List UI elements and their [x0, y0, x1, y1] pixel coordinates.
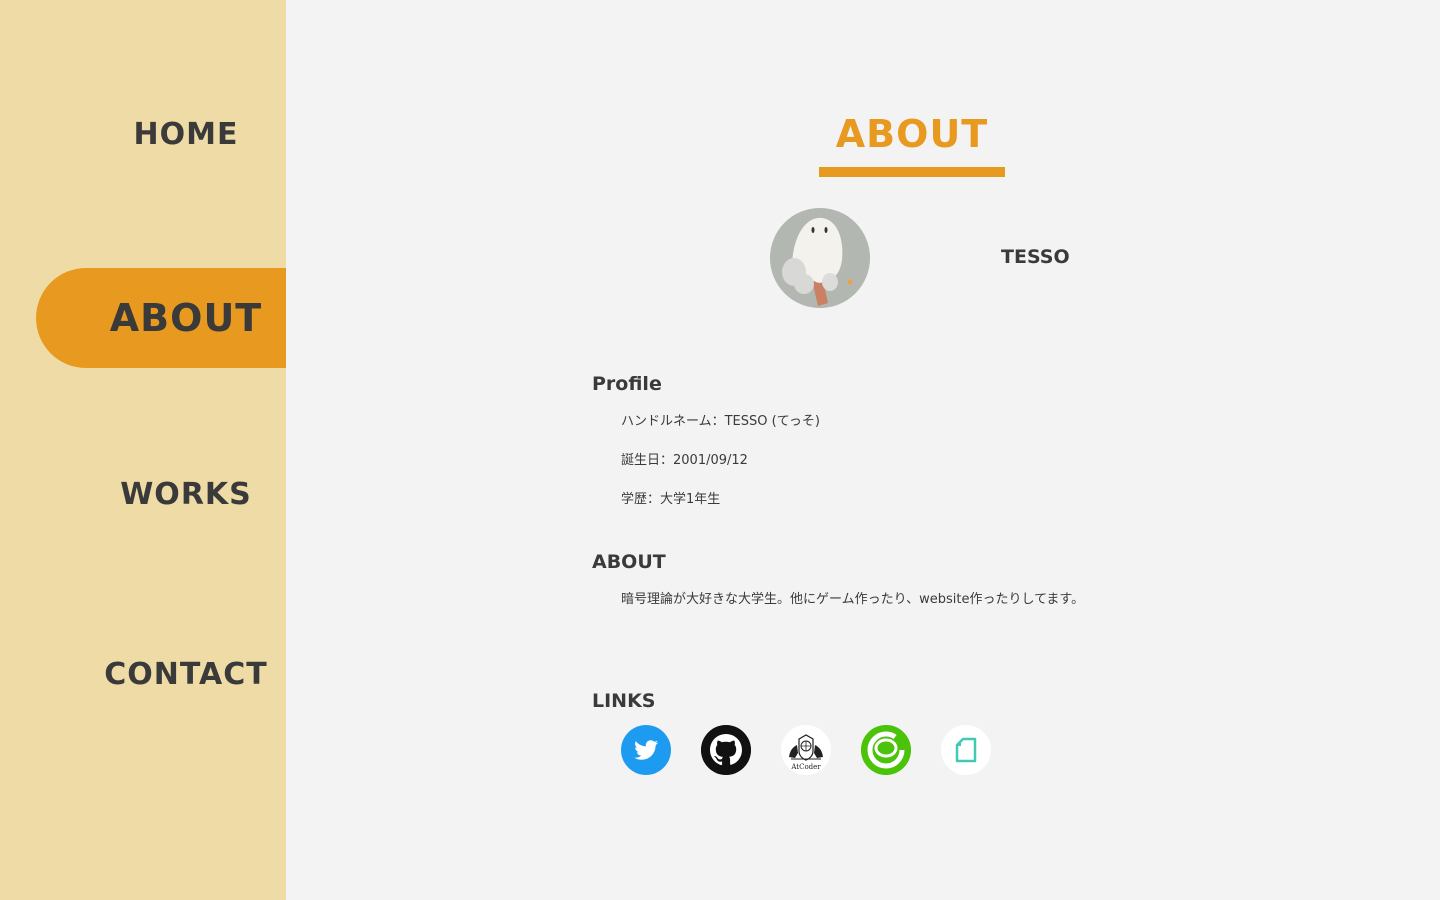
atcoder-label: AtCoder	[790, 763, 821, 771]
github-link[interactable]	[701, 725, 751, 775]
nav-home-link[interactable]: HOME	[0, 117, 372, 152]
note-icon	[941, 725, 991, 775]
links-heading: LINKS	[592, 690, 656, 712]
nav-contact-label: CONTACT	[104, 657, 268, 692]
nav-about-link[interactable]: ABOUT	[36, 268, 286, 368]
profile-education-line: 学歴：大学1年生	[621, 492, 721, 507]
chat-app-icon	[861, 725, 911, 775]
avatar	[770, 208, 870, 308]
nav-works-link[interactable]: WORKS	[0, 477, 372, 512]
page-title: ABOUT	[835, 112, 989, 156]
about-text: 暗号理論が大好きな大学生。他にゲーム作ったり、website作ったりしてます。	[621, 592, 1085, 607]
nav-about-label: ABOUT	[109, 296, 263, 340]
profile-birthday-line: 誕生日：2001/09/12	[621, 453, 748, 468]
atcoder-link[interactable]: AtCoder	[781, 725, 831, 775]
profile-handle-line: ハンドルネーム：TESSO (てっそ)	[621, 414, 820, 429]
about-heading: ABOUT	[592, 551, 666, 573]
nav-contact-link[interactable]: CONTACT	[0, 657, 372, 692]
handle-name: TESSO	[1001, 246, 1070, 268]
twitter-icon	[634, 740, 658, 760]
ghost-avatar-icon	[770, 208, 870, 308]
github-icon	[701, 725, 751, 775]
profile-heading: Profile	[592, 373, 662, 395]
title-underline	[819, 167, 1005, 177]
nav-home-label: HOME	[133, 117, 239, 152]
atcoder-icon: AtCoder	[781, 725, 831, 775]
twitter-link[interactable]	[621, 725, 671, 775]
nav-works-label: WORKS	[120, 477, 252, 512]
chat-app-link[interactable]	[861, 725, 911, 775]
note-link[interactable]	[941, 725, 991, 775]
sidebar-nav: HOME ABOUT WORKS CONTACT	[0, 0, 286, 900]
